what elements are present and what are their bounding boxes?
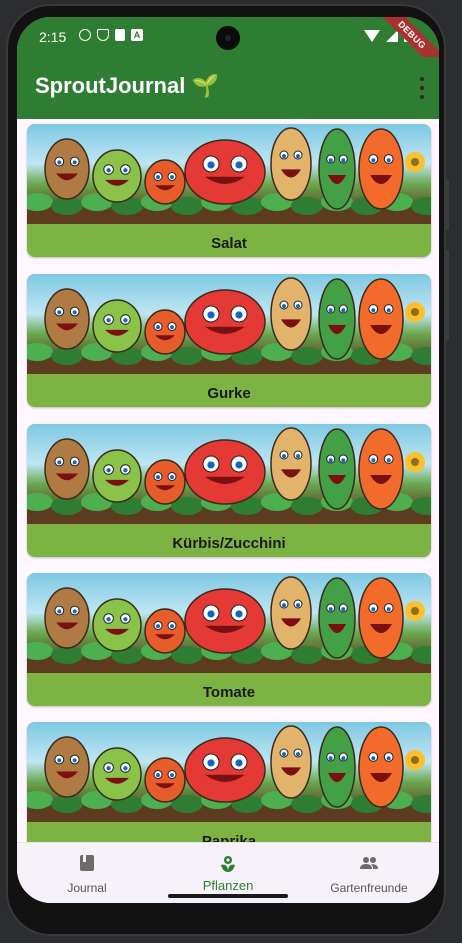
nav-gartenfreunde[interactable]: Gartenfreunde (299, 843, 439, 903)
vegetables-illustration (27, 576, 431, 673)
nav-journal[interactable]: Journal (17, 843, 157, 903)
vegetables-illustration (27, 277, 431, 374)
vegetables-image (27, 424, 431, 524)
notification-icons: A (79, 29, 143, 41)
plant-card[interactable]: Tomate (27, 573, 431, 706)
vegetables-illustration (27, 127, 431, 224)
home-indicator[interactable] (168, 894, 288, 898)
plant-name: Gurke (207, 385, 251, 402)
plant-name: Kürbis/Zucchini (172, 535, 286, 552)
plant-name: Tomate (202, 684, 256, 701)
a-icon: A (131, 29, 143, 41)
front-camera (216, 26, 240, 50)
more-vert-icon[interactable] (419, 77, 425, 99)
book-icon (80, 855, 94, 871)
vegetables-image (27, 124, 431, 224)
plant-icon (221, 856, 235, 872)
status-bar: 2:15 A DEBUG (17, 17, 439, 80)
power-button (446, 250, 449, 340)
plant-card[interactable]: Paprika (27, 722, 431, 842)
vegetables-illustration (27, 725, 431, 822)
plant-card[interactable]: Salat (27, 124, 431, 257)
plant-list[interactable]: Salat Gurke Kürbis/Zucchini Tomate Papri… (17, 119, 439, 842)
people-icon (360, 857, 378, 869)
plant-name: Salat (211, 235, 247, 252)
nav-label: Journal (67, 881, 107, 895)
phone-frame: 2:15 A DEBUG SproutJournal 🌱 Salat Gurke… (6, 4, 446, 936)
app-bar: SproutJournal 🌱 (17, 57, 439, 119)
screen: 2:15 A DEBUG SproutJournal 🌱 Salat Gurke… (17, 17, 439, 903)
vegetables-image (27, 573, 431, 673)
nav-label: Pflanzen (202, 878, 254, 893)
vegetables-image (27, 274, 431, 374)
plant-card[interactable]: Kürbis/Zucchini (27, 424, 431, 557)
shield-icon (97, 29, 109, 41)
app-title: SproutJournal 🌱 (35, 73, 219, 98)
vegetables-image (27, 722, 431, 822)
volume-button (446, 180, 449, 230)
plant-card[interactable]: Gurke (27, 274, 431, 407)
nav-label: Gartenfreunde (330, 881, 408, 895)
wifi-icon (364, 29, 380, 42)
sd-card-icon (115, 29, 125, 41)
status-time: 2:15 (39, 29, 67, 45)
vegetables-illustration (27, 427, 431, 524)
info-icon (79, 29, 91, 41)
plant-name: Paprika (201, 833, 257, 842)
